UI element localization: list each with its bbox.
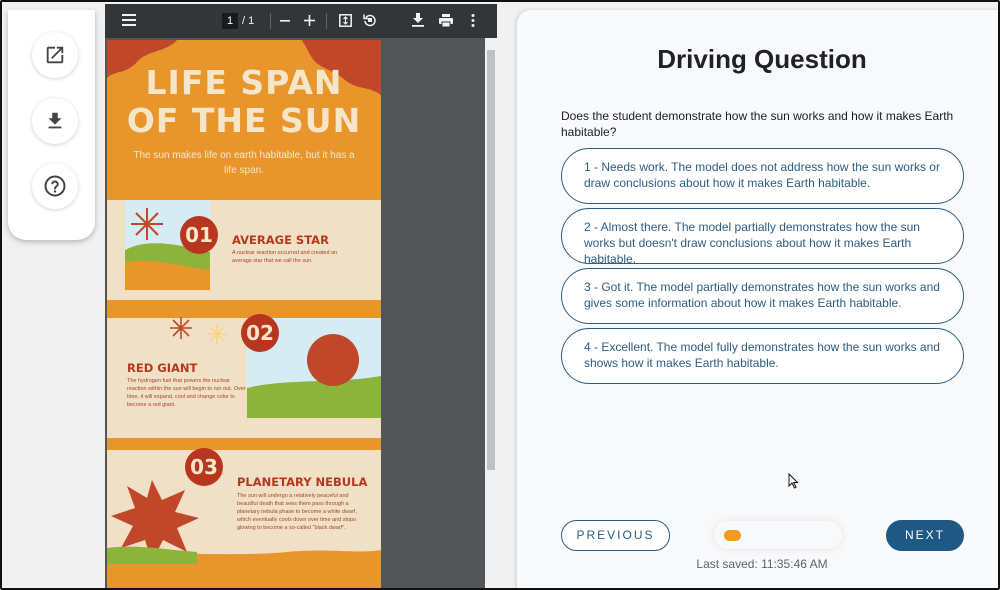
poster-page: LIFE SPAN OF THE SUN The sun makes life … bbox=[107, 40, 381, 588]
last-saved-status: Last saved: 11:35:46 AM bbox=[696, 557, 828, 571]
answer-option-4[interactable]: 4 - Excellent. The model fully demonstra… bbox=[561, 328, 964, 384]
download-icon[interactable] bbox=[412, 13, 424, 27]
pdf-scroll-thumb[interactable] bbox=[487, 50, 495, 470]
progress-fill bbox=[724, 530, 741, 541]
help-icon bbox=[44, 175, 66, 197]
section-body: The sun will undergo a relatively peacef… bbox=[237, 493, 357, 531]
sparkle-decoration bbox=[170, 317, 227, 344]
section-title: PLANETARY NEBULA bbox=[237, 475, 368, 489]
section-title: AVERAGE STAR bbox=[232, 233, 329, 247]
download-button[interactable] bbox=[32, 98, 78, 144]
app-frame: 1 / 1 LIFE SPAN OF THE SUN The sun makes… bbox=[0, 0, 1000, 590]
pdf-viewer: 1 / 1 LIFE SPAN OF THE SUN The sun makes… bbox=[105, 4, 497, 588]
more-vert-icon[interactable] bbox=[471, 14, 475, 27]
open-in-new-icon bbox=[46, 46, 64, 64]
section-number: 01 bbox=[180, 216, 218, 254]
question-panel: Driving Question Does the student demons… bbox=[517, 10, 998, 588]
rotate-icon[interactable] bbox=[363, 13, 377, 27]
poster-title: LIFE SPAN OF THE SUN bbox=[107, 64, 381, 140]
page-number-input[interactable]: 1 bbox=[222, 13, 238, 29]
pdf-scrollbar[interactable] bbox=[485, 38, 497, 588]
progress-bar bbox=[714, 521, 842, 549]
print-icon[interactable] bbox=[439, 14, 453, 27]
section-number: 02 bbox=[241, 314, 279, 352]
tool-card bbox=[8, 10, 95, 240]
download-icon bbox=[48, 112, 62, 129]
hamburger-icon[interactable] bbox=[122, 14, 136, 26]
poster-subtitle: The sun makes life on earth habitable, b… bbox=[133, 150, 355, 176]
fit-page-icon[interactable] bbox=[339, 14, 352, 27]
pdf-toolbar: 1 / 1 bbox=[105, 4, 497, 38]
section-body: The hydrogen fuel that powers the nuclea… bbox=[127, 378, 246, 408]
poster-bottom-decoration bbox=[107, 546, 381, 588]
section-body: A nuclear reaction occurred and created … bbox=[232, 250, 338, 264]
mouse-cursor-icon bbox=[788, 473, 799, 489]
question-text: Does the student demonstrate how the sun… bbox=[561, 109, 954, 139]
poster-title-line: LIFE SPAN bbox=[145, 63, 343, 102]
answer-option-2[interactable]: 2 - Almost there. The model partially de… bbox=[561, 208, 964, 266]
answer-option-3[interactable]: 3 - Got it. The model partially demonstr… bbox=[561, 268, 964, 324]
answer-option-1[interactable]: 1 - Needs work. The model does not addre… bbox=[561, 148, 964, 204]
section-title: RED GIANT bbox=[127, 361, 198, 375]
next-button[interactable]: NEXT bbox=[886, 520, 964, 551]
poster-title-line: OF THE SUN bbox=[126, 101, 362, 140]
help-button[interactable] bbox=[32, 163, 78, 209]
toolbar-divider bbox=[270, 13, 271, 29]
question-title: Driving Question bbox=[657, 44, 867, 74]
toolbar-divider bbox=[326, 13, 327, 29]
previous-button[interactable]: PREVIOUS bbox=[561, 520, 670, 551]
page-total: / 1 bbox=[242, 15, 255, 27]
minus-icon[interactable] bbox=[280, 20, 290, 22]
open-external-button[interactable] bbox=[32, 32, 78, 78]
section-number: 03 bbox=[185, 448, 223, 486]
plus-icon[interactable] bbox=[304, 15, 315, 26]
